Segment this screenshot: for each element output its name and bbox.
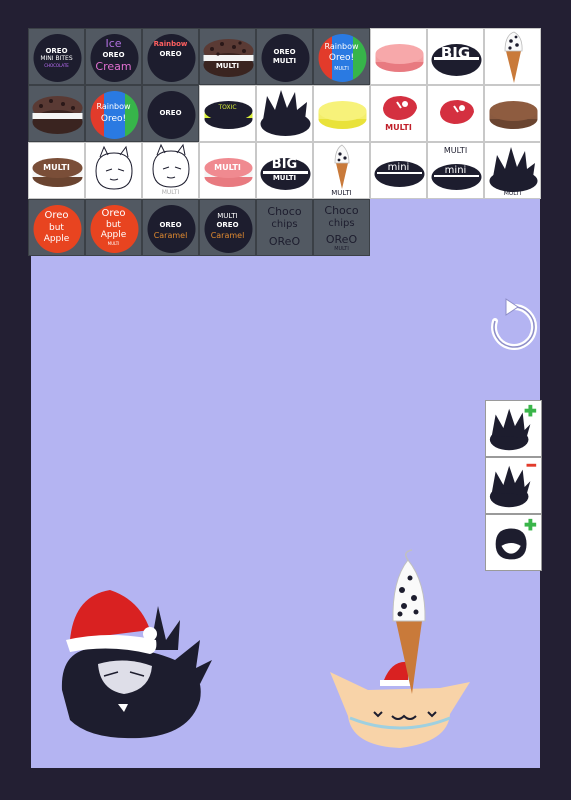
tile-choco-chips-oreo[interactable]: Choco chips OReO: [256, 199, 313, 256]
tile-label: MULTI: [214, 163, 241, 172]
minus-icon: [526, 463, 537, 467]
tile-label: TOXIC: [218, 104, 237, 111]
tile-label: Oreo!: [100, 114, 127, 124]
tile-oreo-mini-bites[interactable]: OREO MINI BITES CHOCOLATE: [28, 28, 85, 85]
tile-label: Apple: [100, 230, 127, 240]
tile-label: MULTI: [503, 190, 522, 197]
tile-brown-oreo[interactable]: [484, 85, 541, 142]
tile-label: Oreo: [44, 210, 69, 221]
side-item-add-face[interactable]: [485, 514, 542, 571]
tile-label: Rainbow: [153, 40, 188, 48]
tile-label: MULTI: [217, 212, 238, 220]
tile-spiky-oreo[interactable]: [256, 85, 313, 142]
tile-label: MULTI: [331, 189, 352, 197]
tile-label: mini: [387, 162, 410, 173]
tile-big-oreo-multi[interactable]: BIG MULTI: [256, 142, 313, 199]
side-item-remove-spiky[interactable]: [485, 457, 542, 514]
tile-crumb-oreo[interactable]: [28, 85, 85, 142]
tile-oreo-multi[interactable]: OREO MULTI: [256, 28, 313, 85]
tile-label: OREO: [273, 48, 296, 56]
tile-label: OReO: [268, 235, 301, 248]
tile-label: OREO: [159, 50, 182, 58]
tile-rainbow-oreo-multi[interactable]: Rainbow Oreo! MULTI: [313, 28, 370, 85]
refresh-icon[interactable]: [484, 295, 544, 357]
tile-ice-cream-oreo[interactable]: Ice OREO Cream: [85, 28, 142, 85]
tile-label: MULTI: [272, 174, 297, 182]
tile-label: MULTI: [43, 163, 70, 172]
tile-label: MULTI: [334, 246, 349, 252]
tile-label: Caramel: [153, 231, 188, 240]
tile-crumb-multi[interactable]: MULTI: [199, 28, 256, 85]
tile-rainbow-oreo-2[interactable]: Rainbow Oreo!: [85, 85, 142, 142]
tile-cone-multi[interactable]: MULTI: [313, 142, 370, 199]
plus-icon: [524, 404, 537, 417]
tile-face-sketch-multi[interactable]: MULTI: [142, 142, 199, 199]
tile-oreo-plain[interactable]: OREO: [142, 85, 199, 142]
tile-mini-oreo[interactable]: mini: [370, 142, 427, 199]
tile-label: MULTI: [161, 189, 180, 196]
tile-steak[interactable]: [427, 85, 484, 142]
tile-label: MULTI: [272, 57, 297, 65]
tile-label: Cream: [95, 60, 132, 73]
tile-label: MULTI: [385, 123, 412, 132]
tile-label: MULTI: [215, 62, 240, 70]
tile-label: Rainbow: [324, 42, 359, 51]
tile-label: BIG: [271, 157, 298, 172]
tile-label: OREO: [159, 109, 182, 117]
tile-mini-oreo-multi[interactable]: MULTI mini: [427, 142, 484, 199]
tile-label: Caramel: [210, 231, 245, 240]
tile-oreo-apple-multi[interactable]: Oreo but Apple MULTI: [85, 199, 142, 256]
tile-big-oreo[interactable]: BIG: [427, 28, 484, 85]
tile-label: MULTI: [107, 241, 120, 246]
tile-toxic-oreo[interactable]: TOXIC: [199, 85, 256, 142]
tile-label: but: [106, 220, 121, 230]
tile-oreo-caramel[interactable]: OREO Caramel: [142, 199, 199, 256]
tile-label: Choco: [324, 204, 359, 217]
tile-label: Choco: [267, 205, 302, 218]
tile-label: MULTI: [334, 66, 349, 72]
tile-label: MULTI: [443, 146, 468, 155]
tile-label: OREO: [45, 47, 68, 55]
side-item-add-spiky[interactable]: [485, 400, 542, 457]
tile-steak-multi[interactable]: MULTI: [370, 85, 427, 142]
tile-label: chips: [271, 219, 298, 230]
tile-choco-chips-oreo-multi[interactable]: Choco chips OReO MULTI: [313, 199, 370, 256]
tile-rainbow-oreo[interactable]: Rainbow OREO: [142, 28, 199, 85]
tile-pink-oreo-multi[interactable]: MULTI: [199, 142, 256, 199]
tile-yellow-oreo[interactable]: [313, 85, 370, 142]
tile-oreo-caramel-multi[interactable]: MULTI OREO Caramel: [199, 199, 256, 256]
tile-label: OREO: [159, 221, 182, 229]
tile-label: Oreo: [101, 208, 126, 219]
tile-face-sketch[interactable]: [85, 142, 142, 199]
tile-label: OREO: [102, 51, 125, 59]
tile-label: BIG: [440, 44, 471, 62]
tile-label: OREO: [216, 221, 239, 229]
tile-label: but: [49, 223, 64, 233]
tile-label: Oreo!: [328, 53, 355, 63]
tile-brown-oreo-multi[interactable]: MULTI: [28, 142, 85, 199]
tile-label: Rainbow: [96, 102, 131, 111]
tile-label: MINI BITES: [40, 55, 73, 62]
tile-pink-oreo[interactable]: [370, 28, 427, 85]
tile-label: OReO: [325, 233, 358, 246]
tile-label: Apple: [43, 234, 70, 244]
tile-label: mini: [444, 165, 467, 176]
tile-label: Ice: [105, 37, 122, 50]
tile-label: chips: [328, 218, 355, 229]
tile-oreo-apple[interactable]: Oreo but Apple: [28, 199, 85, 256]
plus-icon: [524, 518, 537, 531]
tile-ice-cream-cone[interactable]: [484, 28, 541, 85]
tile-label: CHOCOLATE: [44, 63, 69, 68]
tile-spiky-oreo-multi[interactable]: MULTI: [484, 142, 541, 199]
